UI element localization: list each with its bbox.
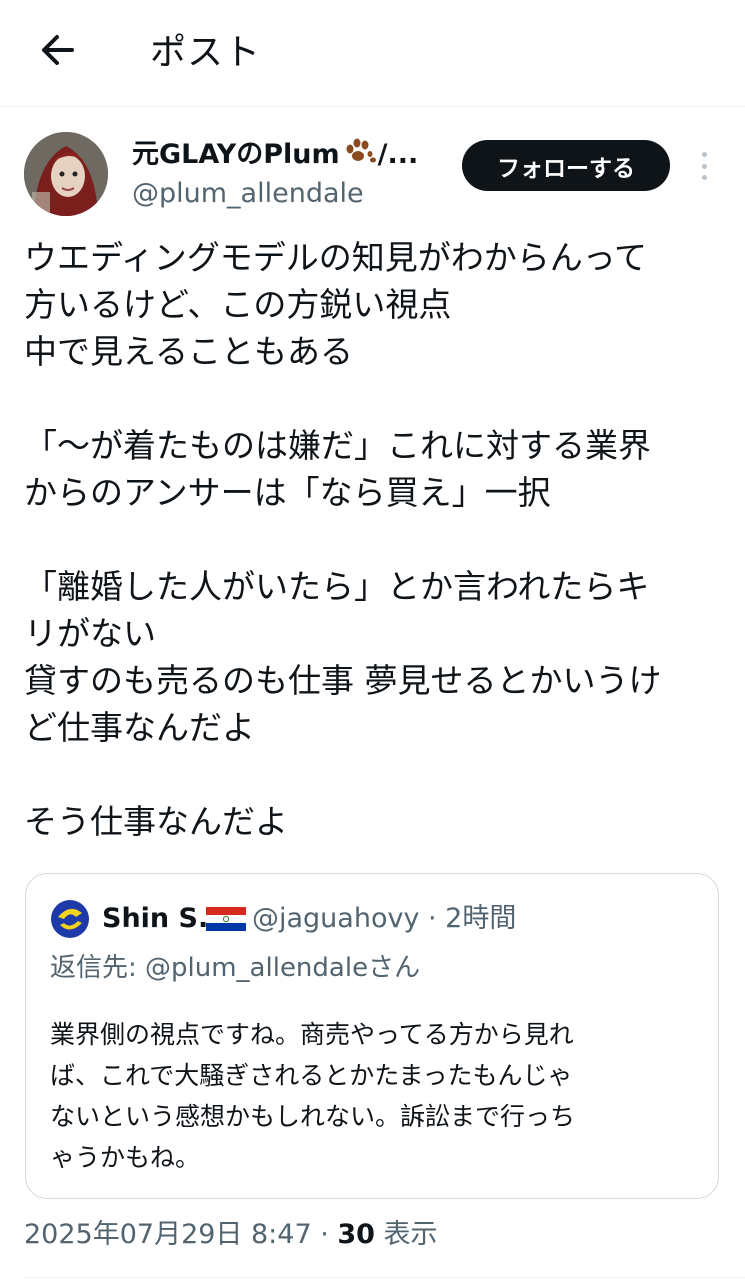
quoted-post-card[interactable]: Shin S. @jaguahovy · 2時間 返信先: @plum_alle… [25, 873, 719, 1199]
post-line: 方いるけど、この方鋭い視点 [24, 285, 452, 324]
post-line [24, 751, 724, 798]
quote-author-avatar[interactable] [50, 899, 90, 939]
quote-author-name: Shin S. [102, 903, 209, 934]
post-text: ウエディングモデルの知見がわからんって 方いるけど、この方鋭い視点 中で見えるこ… [24, 234, 724, 845]
quote-line: ゃうかもね。 [50, 1143, 201, 1172]
quote-line: ないという感想かもしれない。訴訟まで行っち [50, 1102, 576, 1131]
author-name-suffix: /... [377, 139, 419, 170]
quote-meta: @jaguahovy · 2時間 [252, 903, 517, 934]
vertical-dots-icon [701, 152, 707, 157]
follow-button[interactable]: フォローする [462, 140, 670, 191]
post-line: そう仕事なんだよ [24, 802, 288, 841]
post-line: リがない [24, 614, 156, 653]
quote-reply-to: 返信先: @plum_allendaleさん [50, 953, 421, 983]
post-line: からのアンサーは「なら買え」一択 [24, 473, 551, 512]
back-button[interactable] [30, 22, 86, 78]
quote-text: 業界側の視点ですね。商売やってる方から見れ ば、これで大騒ぎされるとかたまったも… [50, 1014, 690, 1178]
paw-icon [346, 138, 376, 163]
vertical-dots-icon [701, 163, 707, 169]
more-options-button[interactable] [690, 146, 718, 186]
views-count: 30 [337, 1219, 375, 1250]
quote-line: 業界側の視点ですね。商売やってる方から見れ [50, 1020, 574, 1049]
post-line: ウエディングモデルの知見がわからんって [24, 238, 648, 277]
divider [24, 1277, 745, 1278]
author-display-name[interactable]: 元GLAYのPlum /... [132, 136, 418, 174]
quote-line: ば、これで大騒ぎされるとかたまったもんじゃ [50, 1061, 573, 1090]
paraguay-flag-icon [206, 907, 246, 931]
page-title: ポスト [150, 32, 262, 73]
post-line: 「～が着たものは嫌だ」これに対する業界 [24, 426, 651, 465]
post-line: 中で見えることもある [24, 332, 354, 371]
post-line: ど仕事なんだよ [24, 708, 255, 747]
post-line: 貸すのも売るのも仕事 夢見せるとかいうけ [24, 661, 662, 700]
views-label: 表示 [374, 1219, 438, 1250]
post-line [24, 375, 724, 422]
arrow-left-icon [42, 35, 74, 65]
author-handle[interactable]: @plum_allendale [132, 176, 364, 212]
author-avatar[interactable] [24, 132, 108, 216]
post-datetime[interactable]: 2025年07月29日 8:47 · [24, 1219, 337, 1250]
vertical-dots-icon [701, 175, 707, 180]
post-timestamp-views: 2025年07月29日 8:47 · 30 表示 [24, 1215, 438, 1255]
post-line [24, 516, 724, 563]
avatar-image [24, 132, 108, 216]
post-line: 「離婚した人がいたら」とか言われたらキ [24, 567, 650, 606]
author-name-text: 元GLAYのPlum [132, 139, 340, 170]
top-bar: ポスト [0, 0, 745, 107]
